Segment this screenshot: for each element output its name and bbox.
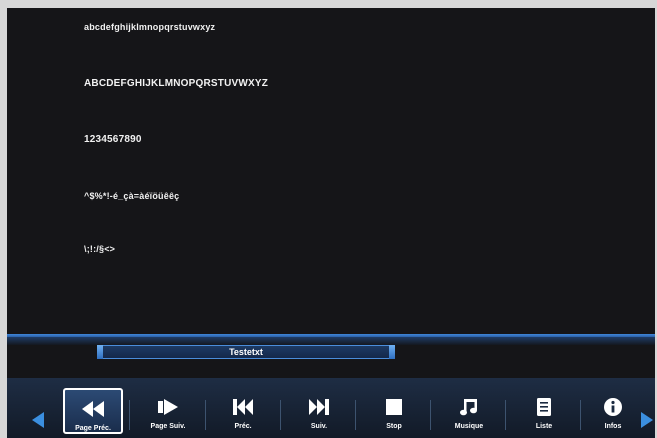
text-line: abcdefghijklmnopqrstuvwxyz [84, 22, 216, 32]
filename-bar: Testetxt [97, 345, 395, 359]
filename-bar-right-cap [389, 345, 395, 359]
music-note-icon [456, 394, 482, 420]
info-icon [600, 394, 626, 420]
tv-screen: abcdefghijklmnopqrstuvwxyz ABCDEFGHIJKLM… [7, 8, 655, 438]
separator [205, 400, 206, 430]
page-previous-button[interactable]: Page Préc. [63, 388, 123, 434]
stop-icon [381, 394, 407, 420]
divider-shadow [7, 337, 655, 345]
page-next-button[interactable]: Page Suiv. [138, 388, 198, 434]
list-button[interactable]: Liste [514, 388, 574, 434]
previous-button[interactable]: Préc. [213, 388, 273, 434]
separator [129, 400, 130, 430]
separator [505, 400, 506, 430]
stop-label: Stop [386, 423, 402, 430]
text-viewer-content: abcdefghijklmnopqrstuvwxyz ABCDEFGHIJKLM… [7, 8, 655, 335]
page-next-label: Page Suiv. [150, 423, 186, 430]
page-previous-label: Page Préc. [75, 425, 111, 432]
text-line: ^$%*!-é_çà=àéïöüêêç [84, 191, 180, 201]
list-label: Liste [535, 423, 553, 430]
text-line: \;!:/§<> [84, 244, 116, 254]
play-forward-icon [155, 394, 181, 420]
info-label: Infos [604, 423, 622, 430]
music-button[interactable]: Musique [439, 388, 499, 434]
fast-rewind-icon [80, 396, 106, 422]
music-label: Musique [454, 423, 484, 430]
separator [430, 400, 431, 430]
separator [280, 400, 281, 430]
next-label: Suiv. [310, 423, 328, 430]
skip-next-icon [306, 394, 332, 420]
separator [355, 400, 356, 430]
list-icon [531, 394, 557, 420]
skip-previous-icon [230, 394, 256, 420]
previous-label: Préc. [234, 423, 252, 430]
separator [580, 400, 581, 430]
text-line: 1234567890 [84, 134, 142, 145]
next-button[interactable]: Suiv. [289, 388, 349, 434]
info-button[interactable]: Infos [583, 388, 643, 434]
text-line: ABCDEFGHIJKLMNOPQRSTUVWXYZ [84, 78, 269, 89]
filename-label: Testetxt [229, 347, 263, 357]
scroll-left-arrow-icon[interactable] [32, 412, 44, 428]
stop-button[interactable]: Stop [364, 388, 424, 434]
